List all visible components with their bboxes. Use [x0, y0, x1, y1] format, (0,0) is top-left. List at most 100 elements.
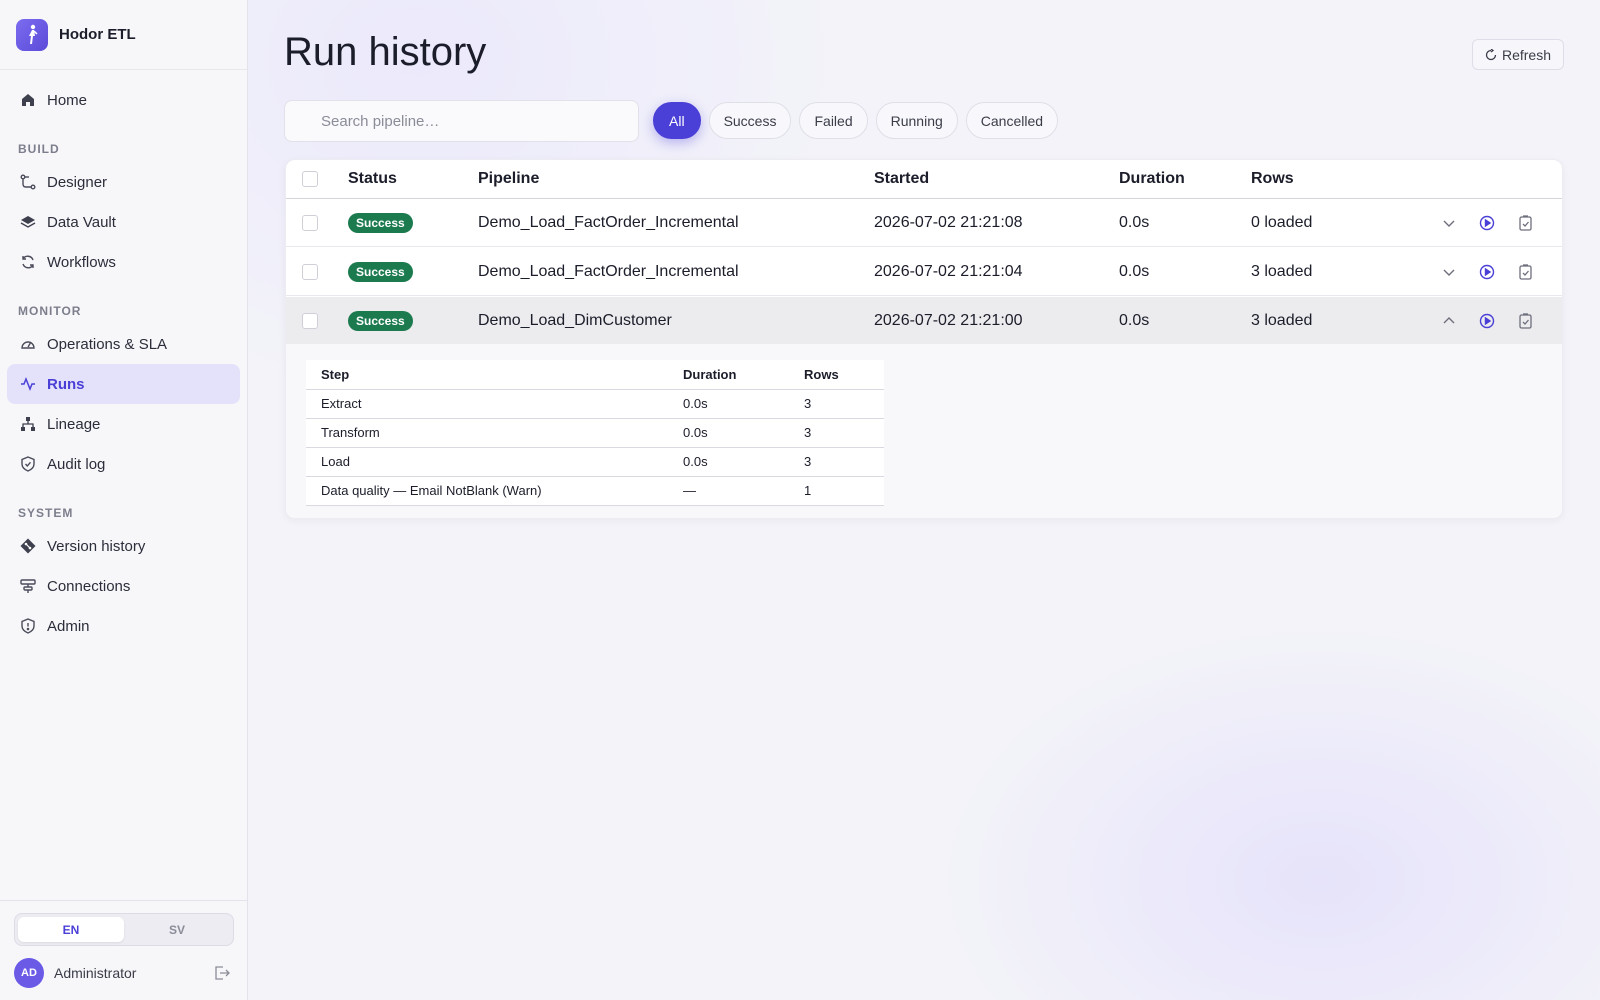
pipeline-name: Demo_Load_FactOrder_Incremental: [478, 213, 739, 231]
chevron-down-icon[interactable]: [1438, 212, 1460, 234]
sidebar-item-designer[interactable]: Designer: [7, 162, 240, 202]
sidebar-item-label: Audit log: [47, 455, 106, 473]
step-duration: 0.0s: [668, 447, 789, 477]
step-rows: 3: [789, 418, 884, 448]
clipboard-check-icon[interactable]: [1514, 310, 1536, 332]
sidebar-item-home[interactable]: Home: [7, 80, 240, 120]
column-header-status[interactable]: Status: [348, 170, 397, 188]
git-icon: [19, 537, 37, 555]
sidebar-item-label: Lineage: [47, 415, 101, 433]
refresh-cycle-icon: [19, 253, 37, 271]
chevron-down-icon[interactable]: [1438, 261, 1460, 283]
step-row: Transform 0.0s 3: [306, 418, 884, 448]
row-checkbox[interactable]: [302, 263, 318, 280]
chevron-up-icon[interactable]: [1438, 310, 1460, 332]
sidebar-footer: EN SV AD Administrator: [0, 900, 247, 1000]
step-rows: 3: [789, 447, 884, 477]
step-row: Load 0.0s 3: [306, 447, 884, 477]
status-cell: Success: [348, 310, 413, 331]
sidebar-item-label: Operations & SLA: [47, 335, 168, 353]
duration-column-header: Duration: [668, 360, 789, 390]
user-name: Administrator: [54, 965, 137, 981]
refresh-icon: [1485, 48, 1497, 61]
play-circle-icon[interactable]: [1476, 212, 1498, 234]
sidebar-item-label: Designer: [47, 173, 108, 191]
step-duration: 0.0s: [668, 389, 789, 419]
refresh-label: Refresh: [1501, 46, 1551, 63]
sidebar-item-operations-sla[interactable]: Operations & SLA: [7, 324, 240, 364]
clipboard-check-icon[interactable]: [1514, 261, 1536, 283]
row-checkbox[interactable]: [302, 214, 318, 231]
status-cell: Success: [348, 212, 413, 233]
logout-icon[interactable]: [214, 965, 230, 981]
step-duration: 0.0s: [668, 418, 789, 448]
play-circle-icon[interactable]: [1476, 261, 1498, 283]
step-row: Extract 0.0s 3: [306, 389, 884, 419]
column-header-started[interactable]: Started: [874, 170, 929, 188]
status-filters: All Success Failed Running Cancelled: [653, 102, 1059, 139]
step-name: Data quality — Email NotBlank (Warn): [306, 476, 668, 506]
rows-loaded: 3 loaded: [1251, 262, 1313, 280]
sidebar-item-admin[interactable]: Admin: [7, 606, 240, 646]
pipeline-name: Demo_Load_FactOrder_Incremental: [478, 262, 739, 280]
refresh-button[interactable]: Refresh: [1471, 39, 1564, 70]
section-heading-monitor: MONITOR: [18, 304, 82, 318]
run-detail-panel: Step Duration Rows Extract 0.0s 3 Transf…: [286, 344, 1562, 518]
pipeline-name: Demo_Load_DimCustomer: [478, 311, 672, 329]
column-header-rows[interactable]: Rows: [1251, 170, 1294, 188]
status-badge: Success: [348, 212, 413, 233]
run-duration: 0.0s: [1119, 213, 1150, 231]
shield-alert-icon: [19, 617, 37, 635]
sidebar-item-workflows[interactable]: Workflows: [7, 242, 240, 282]
sidebar-item-label: Home: [47, 91, 88, 109]
brand: Hodor ETL: [0, 0, 247, 70]
filter-cancelled[interactable]: Cancelled: [965, 102, 1059, 139]
step-name: Load: [306, 447, 668, 477]
step-rows: 3: [789, 389, 884, 419]
step-name: Transform: [306, 418, 668, 448]
search-box: [284, 100, 639, 142]
sidebar-item-version-history[interactable]: Version history: [7, 526, 240, 566]
brand-logo-icon: [16, 18, 48, 51]
language-toggle: EN SV: [14, 913, 234, 946]
shield-check-icon: [19, 455, 37, 473]
connections-icon: [19, 577, 37, 595]
step-column-header: Step: [306, 360, 668, 390]
sidebar-item-label: Workflows: [47, 253, 116, 271]
sidebar-item-lineage[interactable]: Lineage: [7, 404, 240, 444]
sidebar-item-data-vault[interactable]: Data Vault: [7, 202, 240, 242]
section-heading-build: BUILD: [18, 142, 60, 156]
language-option-sv[interactable]: SV: [124, 917, 230, 942]
table-row[interactable]: Success Demo_Load_DimCustomer 2026-07-02…: [286, 297, 1562, 345]
sidebar-item-label: Connections: [47, 577, 131, 595]
status-badge: Success: [348, 261, 413, 282]
table-row[interactable]: Success Demo_Load_FactOrder_Incremental …: [286, 199, 1562, 247]
filter-failed[interactable]: Failed: [799, 102, 868, 139]
sidebar-item-runs[interactable]: Runs: [7, 364, 240, 404]
step-table-header: Step Duration Rows: [306, 360, 884, 390]
sidebar-item-label: Version history: [47, 537, 146, 555]
status-cell: Success: [348, 261, 413, 282]
filter-running[interactable]: Running: [875, 102, 958, 139]
started-time: 2026-07-02 21:21:04: [874, 262, 1023, 280]
play-circle-icon[interactable]: [1476, 310, 1498, 332]
select-all-checkbox[interactable]: [302, 171, 318, 187]
app-name: Hodor ETL: [59, 26, 136, 43]
filter-success[interactable]: Success: [708, 102, 792, 139]
step-name: Extract: [306, 389, 668, 419]
language-option-en[interactable]: EN: [18, 917, 124, 942]
started-time: 2026-07-02 21:21:00: [874, 311, 1023, 329]
column-header-duration[interactable]: Duration: [1119, 170, 1185, 188]
sidebar-item-connections[interactable]: Connections: [7, 566, 240, 606]
search-input[interactable]: [321, 112, 638, 130]
sidebar-item-label: Data Vault: [47, 213, 116, 231]
step-rows: 1: [789, 476, 884, 506]
sidebar-item-audit-log[interactable]: Audit log: [7, 444, 240, 484]
clipboard-check-icon[interactable]: [1514, 212, 1536, 234]
table-row[interactable]: Success Demo_Load_FactOrder_Incremental …: [286, 248, 1562, 296]
step-row: Data quality — Email NotBlank (Warn) — 1: [306, 476, 884, 506]
filter-all[interactable]: All: [653, 102, 701, 139]
page-title: Run history: [284, 30, 487, 74]
row-checkbox[interactable]: [302, 312, 318, 329]
column-header-pipeline[interactable]: Pipeline: [478, 170, 539, 188]
